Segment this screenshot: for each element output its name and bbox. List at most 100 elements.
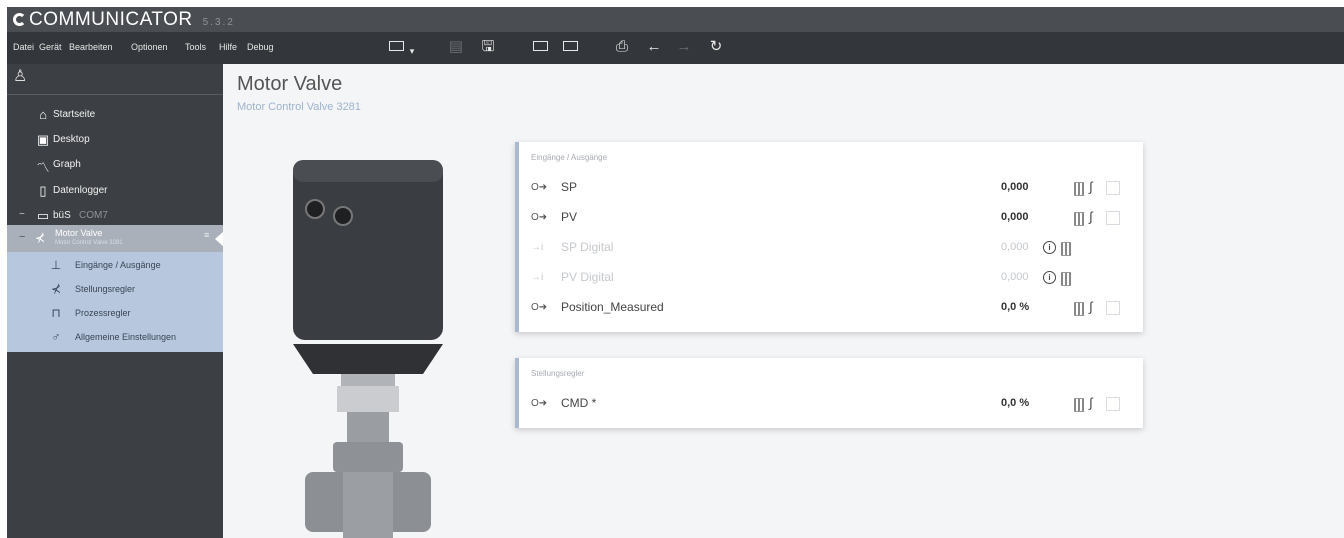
io-row-sp: O➜ SP 0,000 ∫ [531, 178, 1131, 200]
row-label: Position_Measured [561, 300, 664, 314]
panel-positioner: Stellungsregler O➜ CMD * 0,0 % ∫ [515, 358, 1143, 428]
row-label: PV [561, 210, 578, 224]
table-icon[interactable] [1061, 272, 1071, 286]
device-name: Motor Valve [55, 228, 103, 238]
back-icon[interactable]: ← [645, 38, 663, 56]
io-row-pv: O➜ PV 0,000 ∫ [531, 208, 1131, 230]
menu-icon[interactable]: ≡ [204, 230, 209, 240]
positioner-row-cmd: O➜ CMD * 0,0 % ∫ [531, 394, 1131, 416]
forward-icon: → [676, 38, 692, 55]
menu-bearbeiten[interactable]: Bearbeiten [69, 42, 113, 52]
export-icon[interactable] [561, 38, 579, 56]
subnav-item-label: Eingänge / Ausgänge [75, 260, 161, 270]
collapse-icon[interactable]: − [19, 209, 25, 220]
sidebar-item-startseite[interactable]: ⌂ Startseite [7, 103, 223, 127]
row-label: SP Digital [561, 240, 614, 254]
sidebar-item-label: Graph [53, 159, 81, 170]
page-subtitle: Motor Control Valve 3281 [237, 101, 361, 113]
table-icon[interactable] [1074, 302, 1084, 316]
app-window: COMMUNICATOR 5.3.2 Datei Gerät Bearbeiten… [7, 7, 1344, 538]
panel-header: Eingänge / Ausgänge [531, 153, 608, 162]
output-icon: O➜ [531, 182, 548, 193]
info-icon[interactable]: i [1043, 271, 1056, 284]
sidebar: ♙ ⌂ Startseite ▣ Desktop 〽 Graph ▯ Daten… [7, 64, 224, 538]
collapse-icon[interactable]: − [19, 231, 25, 243]
device-subtitle: Motor Control Valve 3281 [55, 240, 123, 246]
sidebar-item-label: Desktop [53, 134, 90, 145]
subnav-item-label: Stellungsregler [75, 284, 136, 294]
menu-optionen[interactable]: Optionen [131, 42, 168, 52]
output-icon: O➜ [531, 398, 548, 409]
app-name: COMMUNICATOR [29, 9, 193, 30]
import-icon[interactable] [531, 38, 549, 56]
subnav-item-stellungsregler[interactable]: ⊀ Stellungsregler [7, 278, 223, 302]
table-icon[interactable] [1074, 212, 1084, 226]
home-icon: ⌂ [39, 107, 47, 122]
report-icon[interactable]: ⎙ [613, 38, 631, 56]
io-row-pv-digital: →i PV Digital 0,000 i [531, 268, 1131, 290]
menu-debug[interactable]: Debug [247, 42, 274, 52]
sidebar-item-device[interactable]: − ⊀ Motor Valve Motor Control Valve 3281… [7, 225, 224, 252]
input-icon: →i [531, 242, 544, 253]
sidebar-item-desktop[interactable]: ▣ Desktop [7, 128, 223, 152]
row-checkbox[interactable] [1106, 211, 1120, 225]
graph-icon[interactable]: ∫ [1089, 395, 1093, 410]
io-row-sp-digital: →i SP Digital 0,000 i [531, 238, 1131, 260]
valve-product-image [293, 160, 443, 538]
sidebar-item-label: Datenlogger [53, 185, 108, 196]
table-icon[interactable] [1074, 182, 1084, 196]
refresh-icon[interactable]: ↻ [707, 38, 725, 56]
row-value: 0,0 % [1001, 301, 1030, 313]
menu-geraet[interactable]: Gerät [39, 42, 62, 52]
row-value: 0,000 [1001, 241, 1029, 253]
row-checkbox[interactable] [1106, 397, 1120, 411]
panel-header: Stellungsregler [531, 369, 585, 378]
bus-icon: ▭ [36, 208, 50, 223]
dropdown-icon[interactable]: ▾ [403, 42, 421, 60]
save-disabled-icon: ▤ [448, 38, 464, 55]
menu-datei[interactable]: Datei [13, 42, 34, 52]
row-checkbox[interactable] [1106, 301, 1120, 315]
bus-label: büS [53, 210, 71, 221]
menu-tools[interactable]: Tools [185, 42, 206, 52]
datalogger-icon: ▯ [39, 183, 47, 198]
main-content: Motor Valve Motor Control Valve 3281 Ein… [223, 64, 1344, 538]
io-row-position-measured: O➜ Position_Measured 0,0 % ∫ [531, 298, 1131, 320]
graph-icon[interactable]: ∫ [1089, 209, 1093, 224]
app-version: 5.3.2 [202, 17, 235, 28]
io-icon: ⊥ [50, 258, 62, 272]
subnav-item-io[interactable]: ⊥ Eingänge / Ausgänge [7, 254, 223, 278]
table-icon[interactable] [1061, 242, 1071, 256]
graph-icon[interactable]: ∫ [1089, 179, 1093, 194]
app-logo: COMMUNICATOR 5.3.2 [13, 9, 235, 31]
process-controller-icon: ⊓ [51, 306, 61, 320]
row-value: 0,0 % [1001, 397, 1030, 409]
subnav-item-prozessregler[interactable]: ⊓ Prozessregler [7, 302, 223, 326]
row-checkbox[interactable] [1106, 181, 1120, 195]
subnav-item-label: Allgemeine Einstellungen [75, 332, 177, 342]
input-icon: →i [531, 272, 544, 283]
settings-icon: ♂ [51, 330, 61, 344]
sidebar-item-graph[interactable]: 〽 Graph [7, 153, 223, 177]
row-label: CMD * [561, 396, 597, 410]
positioner-icon: ⊀ [50, 282, 62, 296]
valve-icon: ⊀ [35, 231, 46, 245]
sidebar-divider [7, 94, 223, 95]
menu-bar: Datei Gerät Bearbeiten Optionen Tools Hi… [7, 32, 1344, 66]
desktop-icon: ▣ [36, 132, 50, 147]
menu-hilfe[interactable]: Hilfe [219, 42, 237, 52]
graph-icon[interactable]: ∫ [1089, 299, 1093, 314]
panel-io: Eingänge / Ausgänge O➜ SP 0,000 ∫ O➜ PV … [515, 142, 1143, 332]
save-icon[interactable]: 🖫 [479, 38, 497, 56]
row-value: 0,000 [1001, 181, 1029, 193]
user-icon[interactable]: ♙ [13, 66, 27, 86]
sidebar-item-datenlogger[interactable]: ▯ Datenlogger [7, 179, 223, 203]
output-icon: O➜ [531, 212, 548, 223]
graph-icon: 〽 [36, 160, 50, 175]
device-subnav: ⊥ Eingänge / Ausgänge ⊀ Stellungsregler … [7, 252, 223, 352]
table-icon[interactable] [1074, 398, 1084, 412]
logo-icon [13, 13, 26, 26]
row-label: SP [561, 180, 578, 194]
subnav-item-allgemeine-einstellungen[interactable]: ♂ Allgemeine Einstellungen [7, 326, 223, 350]
info-icon[interactable]: i [1043, 241, 1056, 254]
